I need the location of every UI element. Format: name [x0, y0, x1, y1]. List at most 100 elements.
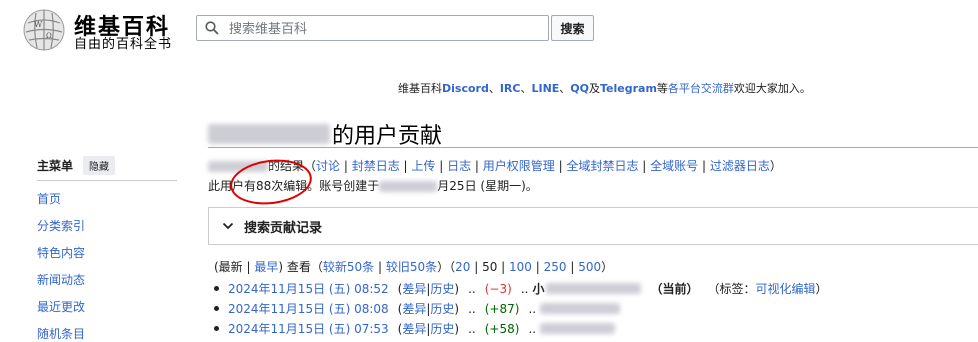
limit-100-link[interactable]: 100 [509, 260, 532, 274]
redacted-username [208, 161, 268, 172]
redacted-page-title [540, 303, 621, 314]
block-log-link[interactable]: 封禁日志 [352, 159, 400, 173]
user-tool-links: 的结果（讨论 | 封禁日志 | 上传 | 日志 | 用户权限管理 | 全域封禁日… [208, 157, 782, 174]
limit-50-current: 50 [482, 260, 498, 274]
size-change: (−3) [484, 281, 512, 296]
contribution-row: 2024年11月15日 (五) 08:52 (差异 | 历史) .. (−3) … [214, 280, 828, 297]
telegram-link[interactable]: Telegram [600, 82, 657, 95]
revision-date-link[interactable]: 2024年11月15日 (五) 08:52 [228, 280, 389, 297]
sep: | [497, 260, 510, 274]
panel-title: 搜索贡献记录 [244, 220, 323, 236]
limits-close: ） [601, 260, 614, 274]
sep: | [340, 159, 352, 173]
separator-dots: .. [468, 321, 476, 336]
sidebar-item-news[interactable]: 新闻动态 [37, 271, 85, 288]
tag-visual-edit-link[interactable]: 可视化编辑 [756, 280, 816, 297]
notice-prefix: 维基百科 [398, 82, 442, 95]
older-link[interactable]: 较旧50条 [386, 260, 437, 274]
groups-link[interactable]: 各平台交流群 [668, 82, 734, 95]
sidebar-item-featured[interactable]: 特色内容 [37, 244, 85, 261]
title-divider [208, 147, 978, 148]
size-change: (+58) [484, 321, 520, 336]
diff-link[interactable]: 差异 [402, 300, 426, 317]
abuse-filter-log-link[interactable]: 过滤器日志 [710, 159, 770, 173]
paren-open: （ [304, 159, 317, 173]
redacted-page-title [540, 323, 616, 334]
sep: | [638, 159, 651, 173]
diff-link[interactable]: 差异 [402, 320, 426, 337]
uploads-link[interactable]: 上传 [411, 159, 435, 173]
newer-link[interactable]: 较新50条 [323, 260, 374, 274]
limit-250-link[interactable]: 250 [544, 260, 567, 274]
notice-suffix: 欢迎大家加入。 [733, 82, 811, 95]
history-link[interactable]: 历史 [430, 280, 454, 297]
hide-sidebar-button[interactable]: 隐藏 [83, 156, 116, 175]
separator-dots: .. [528, 301, 537, 316]
paren: ) [454, 301, 460, 316]
wikipedia-globe-icon[interactable]: W Ω [22, 8, 66, 52]
search-contributions-panel[interactable]: 搜索贡献记录 [208, 207, 978, 245]
paren: ) [454, 321, 460, 336]
svg-text:Ω: Ω [46, 32, 52, 40]
tags-close: ） [815, 282, 828, 296]
global-block-log-link[interactable]: 全域封禁日志 [566, 159, 638, 173]
user-info-line: 此用户有88次编辑。账号创建于 月25日 (星期一)。 [208, 177, 538, 194]
notice-and: 及 [589, 82, 600, 95]
paren-close: ） [769, 159, 782, 173]
line-link[interactable]: LINE [531, 82, 559, 95]
history-link[interactable]: 历史 [430, 320, 454, 337]
contribution-row: 2024年11月15日 (五) 08:08 (差异 | 历史) .. (+87)… [214, 300, 621, 317]
sep: | [374, 260, 386, 274]
talk-link[interactable]: 讨论 [316, 159, 340, 173]
qq-link[interactable]: QQ [570, 82, 589, 95]
edit-count-text: 此用户有88次编辑。 [208, 179, 320, 193]
separator-dots: .. [520, 281, 529, 296]
separator-dots: .. [468, 301, 476, 316]
sidebar-item-home[interactable]: 首页 [37, 190, 61, 207]
page-title-suffix: 的用户贡献 [332, 124, 443, 149]
redacted-page-title [546, 283, 642, 294]
redacted-username [208, 124, 330, 144]
sep: | [698, 159, 710, 173]
current-label: （当前） [650, 282, 699, 296]
search-field[interactable] [196, 15, 549, 41]
bullet [214, 326, 219, 331]
sidebar-item-categories[interactable]: 分类索引 [37, 217, 85, 234]
account-created-prefix: 账号创建于 [319, 179, 380, 193]
site-tagline: 自由的百科全书 [74, 37, 173, 52]
search-button[interactable]: 搜索 [551, 15, 594, 41]
logs-link[interactable]: 日志 [447, 159, 471, 173]
results-label: 的结果 [268, 159, 305, 173]
limit-500-link[interactable]: 500 [578, 260, 601, 274]
diff-link[interactable]: 差异 [402, 280, 426, 297]
contribution-row: 2024年11月15日 (五) 07:53 (差异 | 历史) .. (+58)… [214, 320, 616, 337]
search-input[interactable] [227, 19, 541, 39]
svg-text:W: W [34, 20, 43, 29]
redacted-date [379, 181, 438, 192]
sidebar-item-recent-changes[interactable]: 最近更改 [37, 298, 85, 315]
separator-dots: .. [468, 281, 476, 296]
pagination-nav: (最新 | 最早) 查看（较新50条 | 较旧50条）（20 | 50 | 10… [214, 258, 613, 275]
revision-date-link[interactable]: 2024年11月15日 (五) 08:08 [228, 300, 389, 317]
history-link[interactable]: 历史 [430, 300, 454, 317]
user-rights-link[interactable]: 用户权限管理 [483, 159, 555, 173]
search-icon [205, 21, 219, 35]
notice-sep: 、 [520, 82, 532, 95]
global-account-link[interactable]: 全域账号 [650, 159, 698, 173]
irc-link[interactable]: IRC [500, 82, 521, 95]
earliest-link[interactable]: 最早 [254, 260, 278, 274]
discord-link[interactable]: Discord [442, 82, 489, 95]
bullet [214, 286, 219, 291]
page-title: 的用户贡献 [208, 118, 442, 150]
minor-edit-prefix: 小 [532, 282, 545, 296]
notice-mid: 等 [656, 82, 668, 95]
sep: | [435, 159, 448, 173]
bullet [214, 306, 219, 311]
size-change: (+87) [484, 301, 520, 316]
view-label: ) 查看（ [278, 260, 323, 274]
sidebar-divider [37, 180, 177, 181]
revision-date-link[interactable]: 2024年11月15日 (五) 07:53 [228, 320, 389, 337]
sidebar-item-random[interactable]: 随机条目 [37, 325, 85, 342]
sep: | [471, 159, 483, 173]
limit-20-link[interactable]: 20 [455, 260, 470, 274]
